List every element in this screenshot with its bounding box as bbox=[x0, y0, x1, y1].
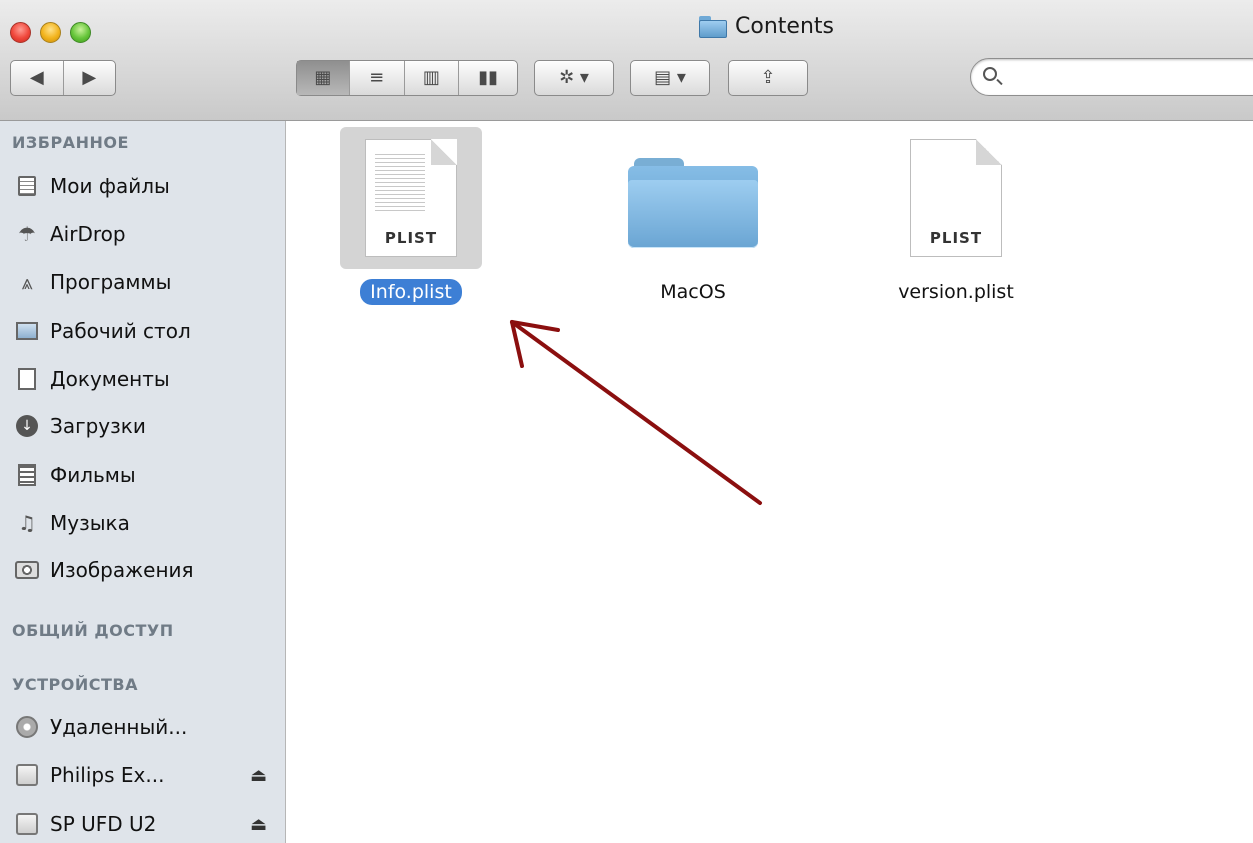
finder-window: Contents ◀ ▶ ▦ ≡ ▥ ▮▮ ✲ ▾ ▤ ▾ ⇪ ИЗБРАННО… bbox=[0, 0, 1253, 843]
arrow-shaft bbox=[510, 320, 762, 505]
annotation-arrow bbox=[510, 320, 762, 505]
